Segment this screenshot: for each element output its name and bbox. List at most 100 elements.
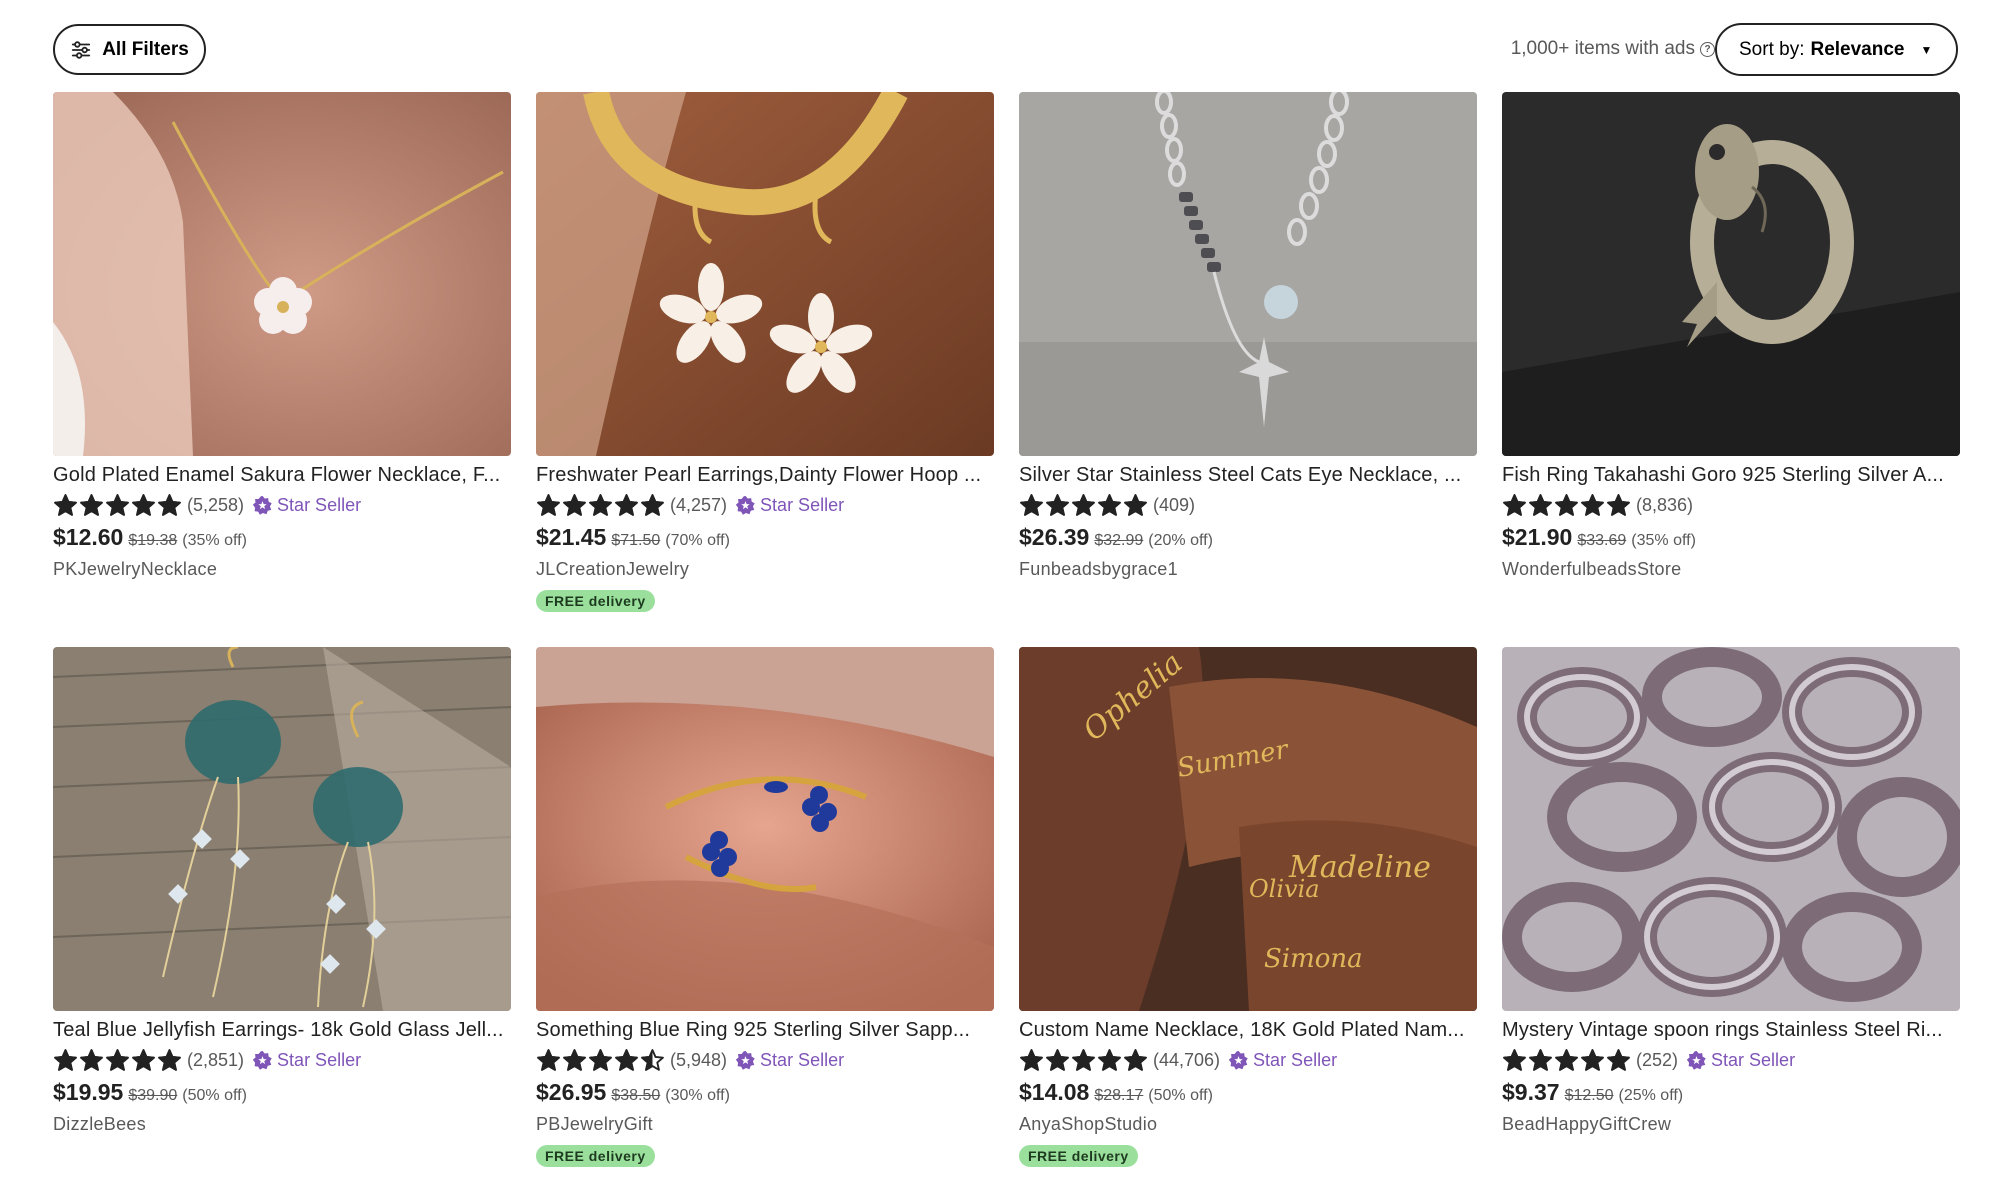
shop-name[interactable]: AnyaShopStudio: [1019, 1114, 1477, 1135]
star-seller-label: Star Seller: [277, 494, 362, 515]
star-full-icon: [563, 1048, 586, 1071]
product-image-spoon-rings[interactable]: [1502, 647, 1960, 1011]
star-full-icon: [641, 493, 664, 516]
discount-percent: (35% off): [1631, 532, 1696, 549]
star-seller-badge: Star Seller: [735, 495, 844, 516]
product-image-pearl-earrings[interactable]: [536, 92, 994, 456]
star-rating: [1019, 1048, 1148, 1073]
shop-name[interactable]: JLCreationJewelry: [536, 559, 994, 580]
product-card[interactable]: Ophelia Summer Madeline Olivia Simona Cu…: [1019, 647, 1477, 1200]
all-filters-button[interactable]: All Filters: [53, 24, 206, 75]
all-filters-label: All Filters: [102, 38, 189, 60]
star-full-icon: [1555, 493, 1578, 516]
star-rating: [1502, 493, 1631, 518]
review-count: (252): [1636, 1049, 1679, 1070]
discount-percent: (50% off): [182, 1087, 247, 1104]
star-full-icon: [158, 1048, 181, 1071]
star-seller-label: Star Seller: [760, 1049, 845, 1070]
free-delivery-badge: FREE delivery: [1019, 1145, 1138, 1167]
star-seller-label: Star Seller: [1253, 1049, 1338, 1070]
product-title[interactable]: Silver Star Stainless Steel Cats Eye Nec…: [1019, 462, 1477, 488]
original-price: $32.99: [1094, 532, 1144, 549]
product-title[interactable]: Mystery Vintage spoon rings Stainless St…: [1502, 1017, 1960, 1043]
review-count: (5,258): [187, 494, 245, 515]
star-seller-icon: [252, 495, 272, 515]
star-full-icon: [615, 1048, 638, 1071]
star-full-icon: [1046, 493, 1069, 516]
star-full-icon: [589, 493, 612, 516]
price-row: $19.95 $39.90 (50% off): [53, 1079, 511, 1106]
product-image-name-necklace[interactable]: Ophelia Summer Madeline Olivia Simona: [1019, 647, 1477, 1011]
rating-row: (5,258) Star Seller: [53, 492, 511, 518]
star-full-icon: [1072, 493, 1095, 516]
star-seller-badge: Star Seller: [252, 1050, 361, 1071]
star-full-icon: [1503, 1048, 1526, 1071]
sort-dropdown[interactable]: Sort by: Relevance ▼: [1715, 23, 1958, 76]
product-card[interactable]: Silver Star Stainless Steel Cats Eye Nec…: [1019, 92, 1477, 647]
product-title[interactable]: Something Blue Ring 925 Sterling Silver …: [536, 1017, 994, 1043]
product-image-star-necklace[interactable]: [1019, 92, 1477, 456]
star-seller-icon: [735, 1050, 755, 1070]
original-price: $71.50: [611, 532, 661, 549]
original-price: $19.38: [128, 532, 178, 549]
star-full-icon: [106, 1048, 129, 1071]
necklace-name-text: Simona: [1264, 944, 1363, 974]
free-delivery-badge: FREE delivery: [536, 1145, 655, 1167]
review-count: (5,948): [670, 1049, 728, 1070]
star-full-icon: [1046, 1048, 1069, 1071]
discount-percent: (35% off): [182, 532, 247, 549]
star-full-icon: [537, 493, 560, 516]
star-seller-icon: [1228, 1050, 1248, 1070]
star-full-icon: [537, 1048, 560, 1071]
price-row: $21.90 $33.69 (35% off): [1502, 524, 1960, 551]
shop-name[interactable]: WonderfulbeadsStore: [1502, 559, 1960, 580]
review-count: (44,706): [1153, 1049, 1221, 1070]
star-seller-badge: Star Seller: [735, 1050, 844, 1071]
star-full-icon: [1072, 1048, 1095, 1071]
discount-percent: (30% off): [665, 1087, 730, 1104]
product-title[interactable]: Teal Blue Jellyfish Earrings- 18k Gold G…: [53, 1017, 511, 1043]
star-seller-badge: Star Seller: [1686, 1050, 1795, 1071]
product-image-sakura-necklace[interactable]: [53, 92, 511, 456]
sale-price: $26.39: [1019, 524, 1090, 550]
star-full-icon: [1098, 1048, 1121, 1071]
star-full-icon: [1124, 493, 1147, 516]
shop-name[interactable]: PKJewelryNecklace: [53, 559, 511, 580]
ads-count-text: 1,000+ items with ads: [1510, 38, 1695, 59]
sale-price: $21.90: [1502, 524, 1573, 550]
free-delivery-badge: FREE delivery: [536, 590, 655, 612]
product-card[interactable]: Gold Plated Enamel Sakura Flower Necklac…: [53, 92, 511, 647]
star-seller-icon: [252, 1050, 272, 1070]
product-title[interactable]: Gold Plated Enamel Sakura Flower Necklac…: [53, 462, 511, 488]
star-full-icon: [1555, 1048, 1578, 1071]
sale-price: $14.08: [1019, 1079, 1090, 1105]
product-image-jellyfish-earrings[interactable]: [53, 647, 511, 1011]
product-card[interactable]: Teal Blue Jellyfish Earrings- 18k Gold G…: [53, 647, 511, 1200]
product-card[interactable]: Freshwater Pearl Earrings,Dainty Flower …: [536, 92, 994, 647]
product-title[interactable]: Fish Ring Takahashi Goro 925 Sterling Si…: [1502, 462, 1960, 488]
product-title[interactable]: Freshwater Pearl Earrings,Dainty Flower …: [536, 462, 994, 488]
help-icon[interactable]: ?: [1700, 41, 1715, 57]
review-count: (2,851): [187, 1049, 245, 1070]
product-card[interactable]: Something Blue Ring 925 Sterling Silver …: [536, 647, 994, 1200]
star-seller-icon: [1686, 1050, 1706, 1070]
product-card[interactable]: Fish Ring Takahashi Goro 925 Sterling Si…: [1502, 92, 1960, 647]
star-full-icon: [589, 1048, 612, 1071]
product-image-fish-ring[interactable]: [1502, 92, 1960, 456]
product-image-blue-ring[interactable]: [536, 647, 994, 1011]
shop-name[interactable]: DizzleBees: [53, 1114, 511, 1135]
shop-name[interactable]: PBJewelryGift: [536, 1114, 994, 1135]
ads-count: 1,000+ items with ads ?: [1511, 38, 1715, 60]
star-half-icon: [641, 1048, 664, 1071]
product-title[interactable]: Custom Name Necklace, 18K Gold Plated Na…: [1019, 1017, 1477, 1043]
shop-name[interactable]: BeadHappyGiftCrew: [1502, 1114, 1960, 1135]
original-price: $33.69: [1577, 532, 1627, 549]
price-row: $12.60 $19.38 (35% off): [53, 524, 511, 551]
star-seller-badge: Star Seller: [1228, 1050, 1337, 1071]
product-card[interactable]: Mystery Vintage spoon rings Stainless St…: [1502, 647, 1960, 1200]
sort-label: Sort by:: [1739, 38, 1805, 60]
shop-name[interactable]: Funbeadsbygrace1: [1019, 559, 1477, 580]
review-count: (8,836): [1636, 494, 1694, 515]
sale-price: $9.37: [1502, 1079, 1560, 1105]
price-row: $21.45 $71.50 (70% off): [536, 524, 994, 551]
